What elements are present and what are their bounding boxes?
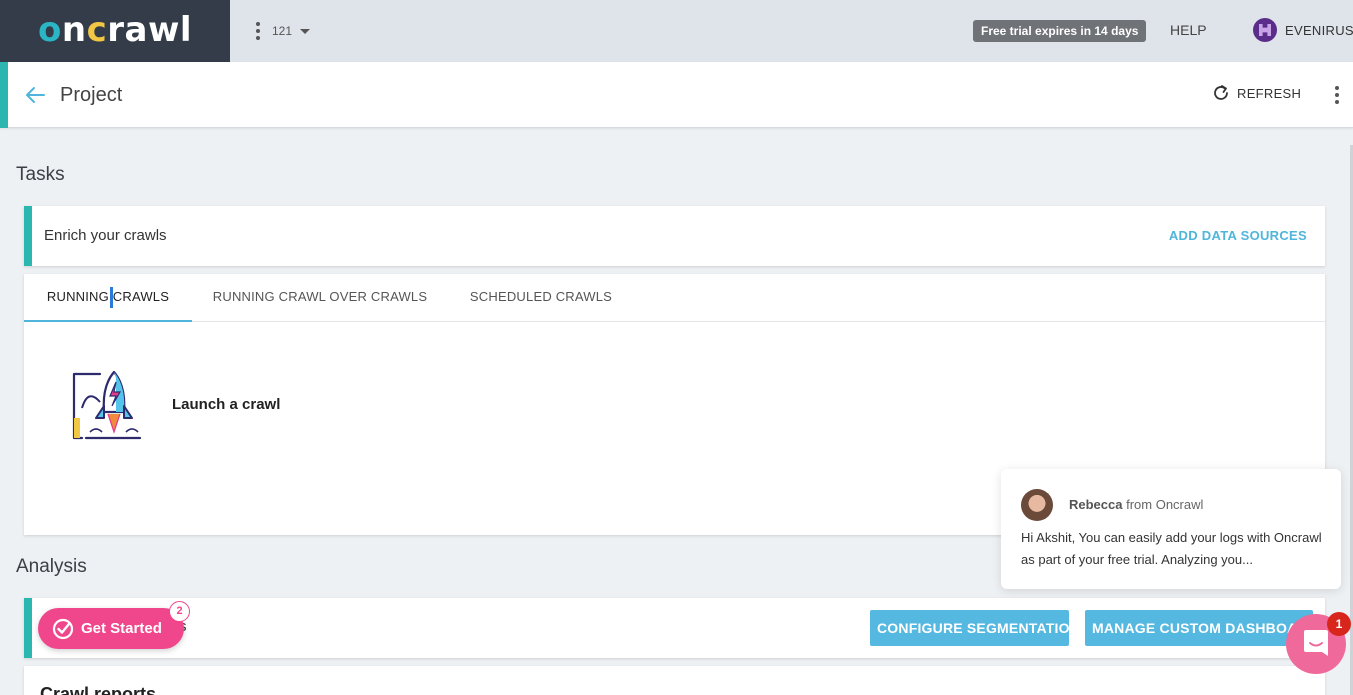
refresh-label: REFRESH [1237,85,1302,101]
tab-running-crawl-over-crawls[interactable]: RUNNING CRAWL OVER CRAWLS [192,274,448,322]
rocket-icon[interactable] [70,368,142,440]
tasks-section-title: Tasks [16,164,65,185]
back-arrow-icon[interactable] [24,84,46,106]
page-header: Project REFRESH [0,62,1353,128]
top-bar: oncrawl 121 Free trial expires in 14 day… [0,0,1353,62]
chat-sender-avatar [1021,489,1053,521]
caret-down-icon[interactable] [300,28,311,34]
text-cursor [110,287,113,308]
analysis-section-title: Analysis [16,556,87,577]
header-accent-bar [0,62,8,128]
help-link[interactable]: HELP [1170,22,1207,38]
trial-badge: Free trial expires in 14 days [973,20,1147,42]
tab-scheduled-crawls[interactable]: SCHEDULED CRAWLS [448,274,634,322]
manage-custom-dashboards-button[interactable]: MANAGE CUSTOM DASHBOARDS [1085,610,1313,646]
add-data-sources-link[interactable]: ADD DATA SOURCES [1169,228,1307,243]
chat-popup[interactable]: Rebecca from Oncrawl Hi Akshit, You can … [1001,469,1341,589]
more-options-icon[interactable] [1331,86,1343,104]
avatar [1253,18,1277,42]
get-started-badge: 2 [169,601,190,622]
enrich-card: Enrich your crawls ADD DATA SOURCES [24,206,1325,266]
analysis-card: s CONFIGURE SEGMENTATION MANAGE CUSTOM D… [24,598,1325,658]
get-started-label: Get Started [81,620,162,637]
kebab-icon[interactable] [252,22,264,40]
messenger-icon [1304,630,1328,656]
refresh-button[interactable]: REFRESH [1212,84,1301,102]
enrich-label: Enrich your crawls [44,227,167,244]
user-menu[interactable]: EVENIRUS [1253,18,1353,42]
refresh-icon [1214,85,1228,100]
configure-segmentation-button[interactable]: CONFIGURE SEGMENTATION [870,610,1069,646]
tab-running-crawls[interactable]: RUNNING CRAWLS [24,274,192,322]
page-title: Project [60,84,123,106]
project-selector[interactable]: 121 [252,18,311,44]
check-circle-icon [52,618,74,640]
project-id: 121 [272,24,293,38]
chat-message: Hi Akshit, You can easily add your logs … [1021,530,1322,567]
logo-container[interactable]: oncrawl [0,0,230,62]
crawl-tabs: RUNNING CRAWLS RUNNING CRAWL OVER CRAWLS… [24,274,1325,322]
crawl-reports-title: Crawl reports [40,684,157,695]
user-name: EVENIRUS [1285,22,1353,38]
crawl-reports-card [24,666,1325,695]
get-started-button[interactable]: Get Started [38,608,184,649]
oncrawl-logo: oncrawl [38,10,193,50]
messenger-badge: 1 [1327,612,1351,636]
card-accent-bar [24,598,32,658]
launch-crawl-link[interactable]: Launch a crawl [172,396,280,413]
card-accent-bar [24,206,32,266]
chat-sender: Rebecca from Oncrawl [1069,497,1204,512]
